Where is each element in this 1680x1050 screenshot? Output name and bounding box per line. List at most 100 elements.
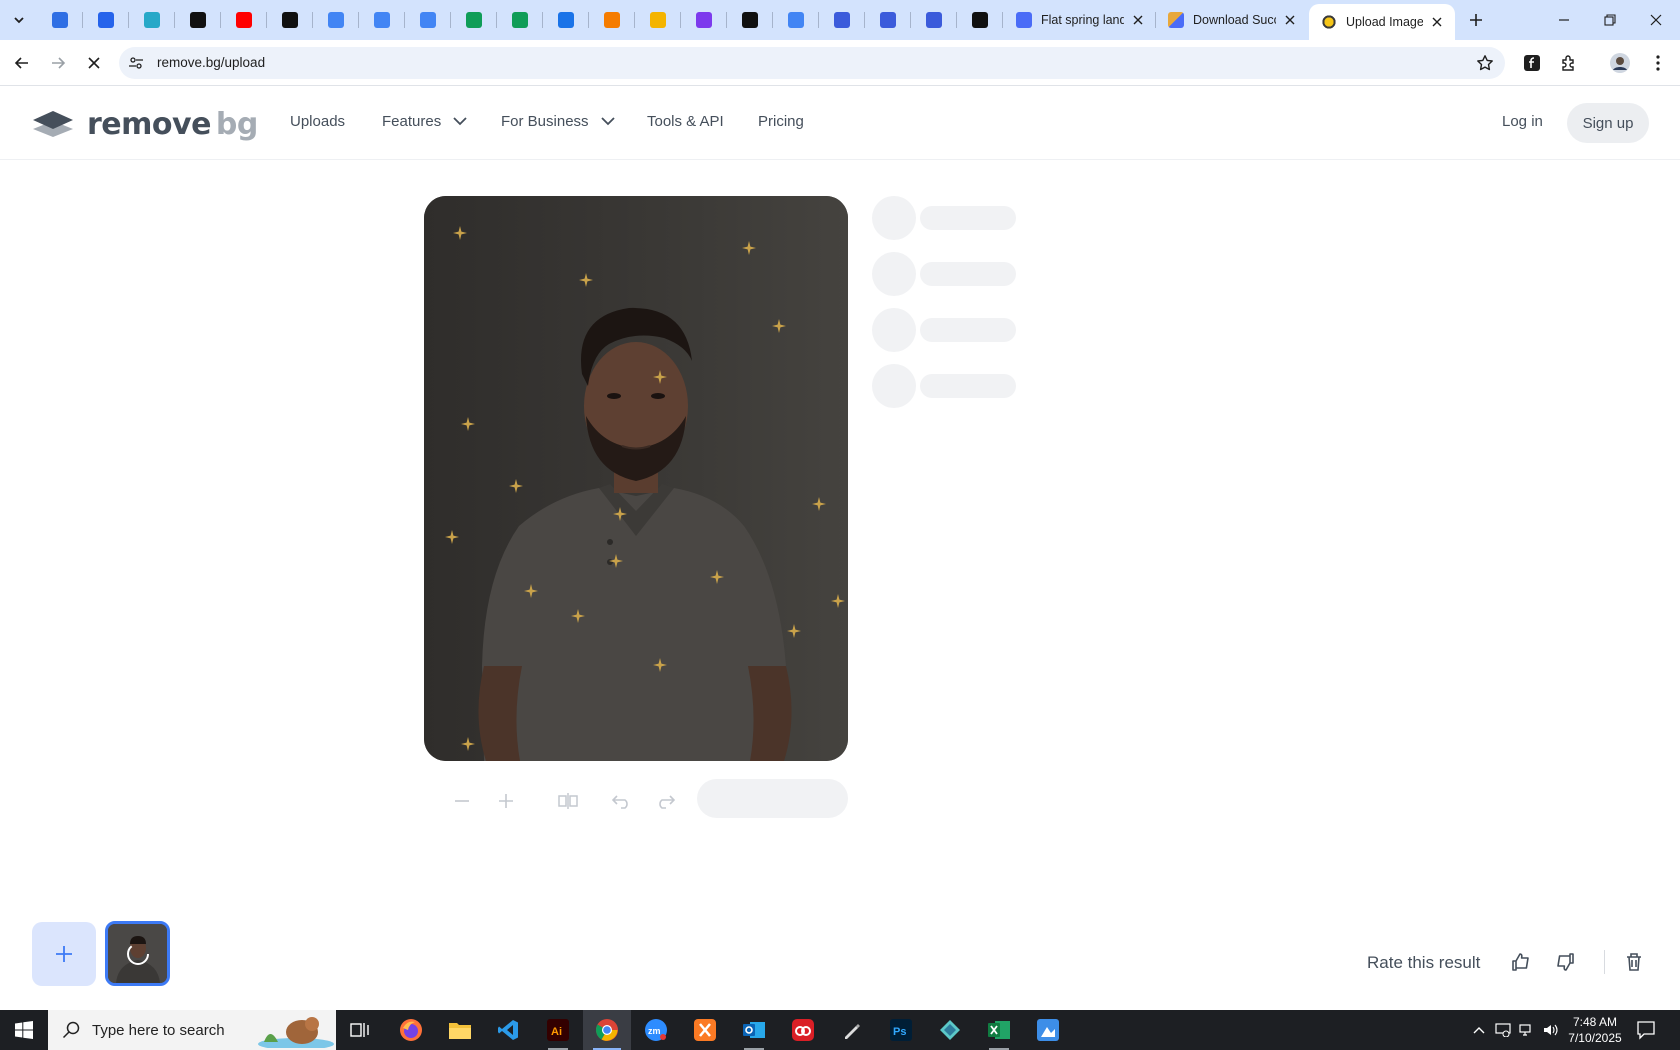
taskbar-zoom[interactable]: zm: [632, 1010, 680, 1050]
tab-flat-spring[interactable]: Flat spring land: [1004, 0, 1156, 40]
pinned-tab[interactable]: [635, 0, 681, 40]
pinned-tab[interactable]: [865, 0, 911, 40]
folder-icon: [449, 1023, 471, 1039]
pinned-tab[interactable]: [175, 0, 221, 40]
back-button[interactable]: [7, 48, 37, 78]
browser-tab-strip: Flat spring land Download Succ Upload Im…: [0, 0, 1680, 40]
stop-loading-button[interactable]: [79, 48, 109, 78]
search-placeholder: Type here to search: [92, 1021, 225, 1039]
taskbar-file-explorer[interactable]: [436, 1010, 484, 1050]
bookmark-star-icon[interactable]: [1475, 53, 1495, 73]
tab-favicon: [512, 12, 528, 28]
undo-button[interactable]: [610, 789, 634, 813]
pinned-tab[interactable]: [543, 0, 589, 40]
pinned-tab[interactable]: [451, 0, 497, 40]
network-icon[interactable]: [1518, 1022, 1536, 1038]
add-image-button[interactable]: [32, 922, 96, 986]
taskbar-paint-app[interactable]: [1024, 1010, 1072, 1050]
taskbar-pen-tool[interactable]: [828, 1010, 876, 1050]
pinned-tab[interactable]: [267, 0, 313, 40]
pinned-tab[interactable]: [957, 0, 1003, 40]
paint-app-icon: [1037, 1019, 1059, 1041]
removebg-logo[interactable]: remove bg: [31, 107, 258, 142]
close-icon[interactable]: [1130, 12, 1146, 28]
pinned-tab[interactable]: [819, 0, 865, 40]
volume-icon[interactable]: [1542, 1022, 1560, 1038]
pinned-tab[interactable]: [83, 0, 129, 40]
delete-button[interactable]: [1622, 950, 1646, 974]
taskbar-outlook[interactable]: [730, 1010, 778, 1050]
login-link[interactable]: Log in: [1502, 113, 1543, 130]
vscode-icon: [498, 1020, 518, 1040]
system-clock[interactable]: 7:48 AM 7/10/2025: [1565, 1014, 1625, 1046]
address-bar[interactable]: remove.bg/upload: [119, 47, 1505, 79]
close-icon[interactable]: [1282, 12, 1298, 28]
nav-pricing[interactable]: Pricing: [758, 113, 804, 130]
compare-button[interactable]: [556, 789, 580, 813]
extension-fontface-icon[interactable]: [1520, 51, 1544, 75]
taskbar-chrome[interactable]: [583, 1010, 631, 1050]
restore-button[interactable]: [1587, 0, 1633, 40]
taskbar-photoshop[interactable]: Ps: [877, 1010, 925, 1050]
chevron-up-icon: [1473, 1027, 1485, 1034]
pinned-tab[interactable]: [221, 0, 267, 40]
tab-favicon: [604, 12, 620, 28]
tab-favicon: [742, 12, 758, 28]
close-icon[interactable]: [1429, 14, 1445, 30]
tab-search-button[interactable]: [5, 7, 33, 33]
zoom-out-button[interactable]: [450, 789, 474, 813]
nav-features[interactable]: Features: [382, 113, 467, 130]
taskbar-creative-cloud[interactable]: [779, 1010, 827, 1050]
pinned-tab[interactable]: [37, 0, 83, 40]
nav-tools-api[interactable]: Tools & API: [647, 113, 724, 130]
taskbar-search-box[interactable]: Type here to search: [48, 1010, 336, 1050]
thumbs-down-button[interactable]: [1553, 950, 1577, 974]
nav-uploads[interactable]: Uploads: [290, 113, 345, 130]
task-view-button[interactable]: [336, 1010, 384, 1050]
tab-upload-image[interactable]: Upload Image: [1309, 4, 1455, 40]
nav-for-business[interactable]: For Business: [501, 113, 615, 130]
tab-download-success[interactable]: Download Succ: [1156, 0, 1308, 40]
profile-avatar[interactable]: [1608, 51, 1632, 75]
notification-center-button[interactable]: [1636, 1020, 1656, 1040]
taskbar-illustrator[interactable]: Ai: [534, 1010, 582, 1050]
extensions-puzzle-icon[interactable]: [1557, 51, 1581, 75]
signup-button[interactable]: Sign up: [1567, 103, 1649, 143]
browser-menu-icon[interactable]: [1646, 51, 1670, 75]
new-tab-button[interactable]: [1464, 8, 1488, 32]
tab-title: Download Succ: [1193, 13, 1276, 27]
pinned-tab[interactable]: [313, 0, 359, 40]
taskbar-firefox[interactable]: [387, 1010, 435, 1050]
pinned-tab[interactable]: [727, 0, 773, 40]
close-icon: [1650, 14, 1662, 26]
tab-favicon: [98, 12, 114, 28]
taskbar-vscode[interactable]: [484, 1010, 532, 1050]
taskbar-xampp[interactable]: [681, 1010, 729, 1050]
pinned-tab[interactable]: [129, 0, 175, 40]
pinned-tab[interactable]: [405, 0, 451, 40]
zoom-in-button[interactable]: [494, 789, 518, 813]
svg-text:Ps: Ps: [893, 1026, 906, 1038]
pinned-tab[interactable]: [681, 0, 727, 40]
pinned-tab[interactable]: [589, 0, 635, 40]
show-hidden-icons-button[interactable]: [1470, 1022, 1488, 1038]
pinned-tab[interactable]: [773, 0, 819, 40]
redo-button[interactable]: [653, 789, 677, 813]
close-window-button[interactable]: [1633, 0, 1679, 40]
tray-display-icon[interactable]: [1494, 1022, 1512, 1038]
thumbs-up-icon: [1512, 953, 1529, 971]
pinned-tab[interactable]: [359, 0, 405, 40]
thumbs-up-button[interactable]: [1509, 950, 1533, 974]
minus-icon: [455, 800, 469, 802]
taskbar-app-diamond[interactable]: [926, 1010, 974, 1050]
image-thumbnail[interactable]: [105, 921, 170, 986]
forward-button[interactable]: [43, 48, 73, 78]
pinned-tab[interactable]: [911, 0, 957, 40]
minimize-button[interactable]: [1541, 0, 1587, 40]
uploaded-image-preview[interactable]: [424, 196, 848, 761]
taskbar-excel[interactable]: [975, 1010, 1023, 1050]
start-button[interactable]: [0, 1010, 48, 1050]
person-photo: [424, 196, 848, 761]
site-settings-icon[interactable]: [127, 54, 145, 72]
pinned-tab[interactable]: [497, 0, 543, 40]
